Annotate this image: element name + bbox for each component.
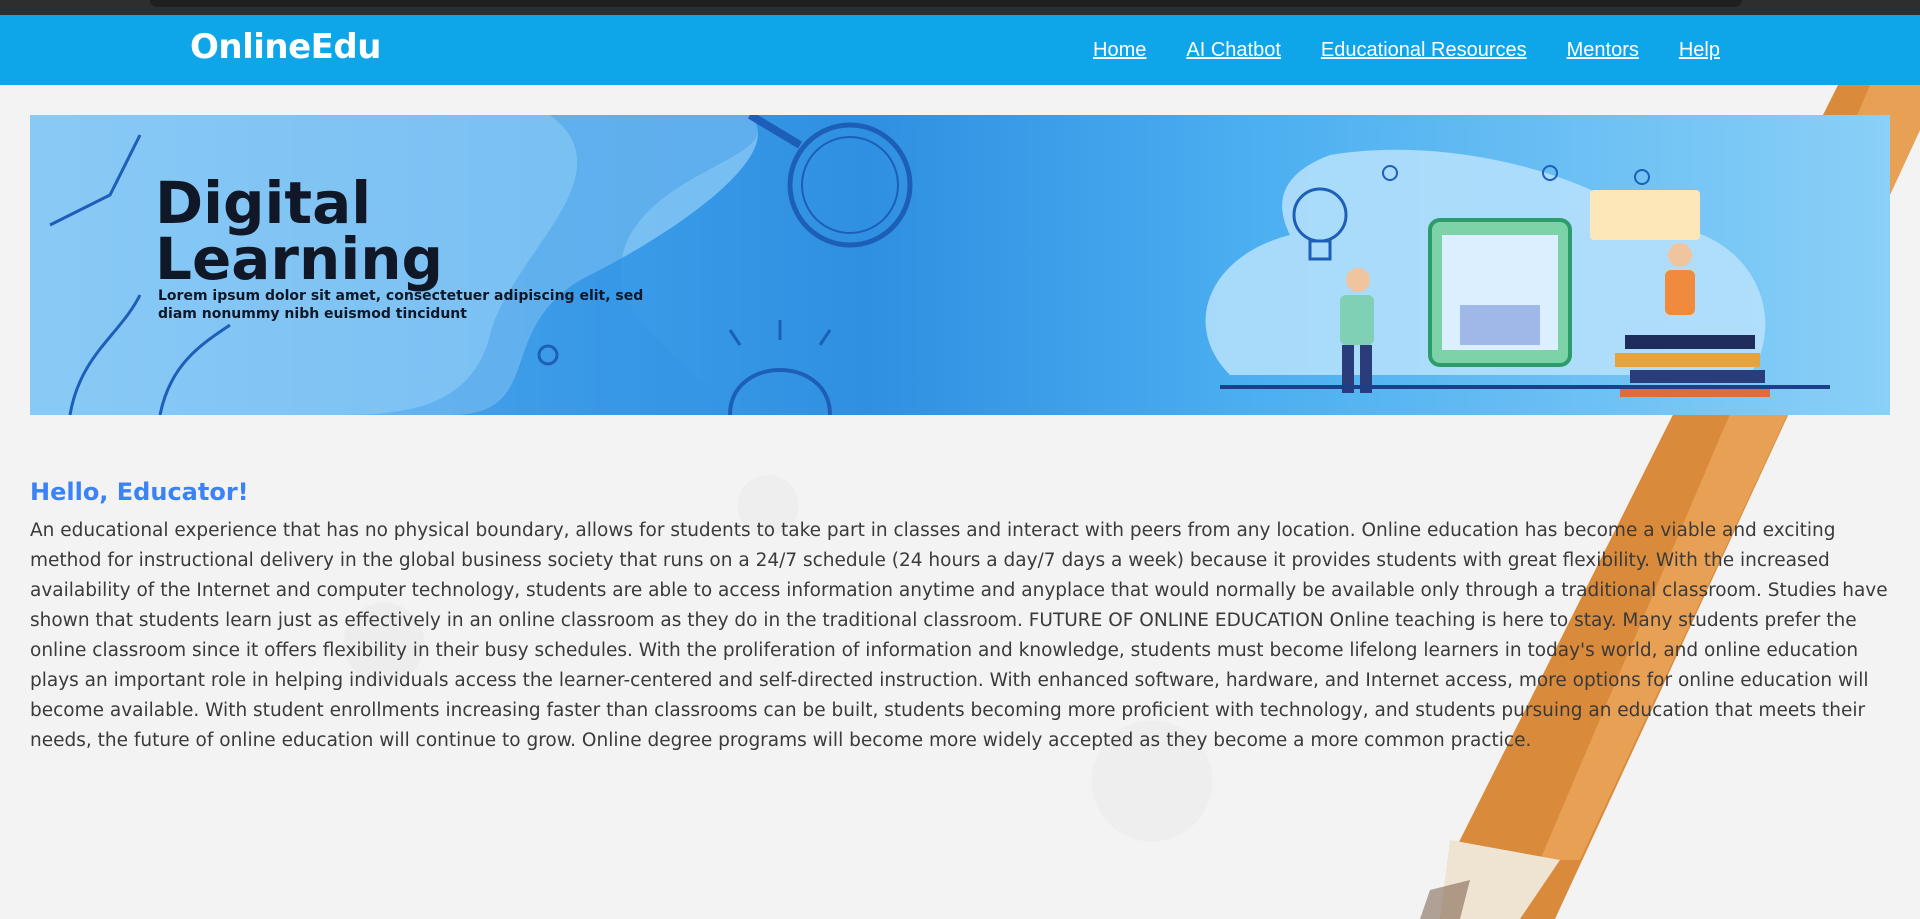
nav-links: Home AI Chatbot Educational Resources Me… <box>1093 39 1720 62</box>
nav-link-mentors[interactable]: Mentors <box>1567 39 1639 62</box>
navbar: OnlineEdu Home AI Chatbot Educational Re… <box>0 15 1920 85</box>
nav-link-help[interactable]: Help <box>1679 39 1720 62</box>
greeting-heading: Hello, Educator! <box>30 478 249 506</box>
banner-subtitle: Lorem ipsum dolor sit amet, consectetuer… <box>158 287 778 323</box>
banner-subtitle-line2: diam nonummy nibh euismod tincidunt <box>158 306 467 322</box>
banner-subtitle-line1: Lorem ipsum dolor sit amet, consectetuer… <box>158 288 644 304</box>
browser-top-strip <box>0 0 1920 15</box>
banner-title-line2: Learning <box>155 225 444 293</box>
nav-link-ai-chatbot[interactable]: AI Chatbot <box>1186 39 1281 62</box>
banner-title-line1: Digital <box>155 169 372 237</box>
main-content: Hello, Educator! An educational experien… <box>30 478 1900 756</box>
nav-link-educational-resources[interactable]: Educational Resources <box>1321 39 1527 62</box>
hero-banner: Digital Learning Lorem ipsum dolor sit a… <box>30 115 1890 415</box>
nav-link-home[interactable]: Home <box>1093 39 1146 62</box>
banner-title: Digital Learning <box>155 169 444 293</box>
intro-paragraph: An educational experience that has no ph… <box>30 520 1888 751</box>
brand-logo[interactable]: OnlineEdu <box>190 27 381 67</box>
